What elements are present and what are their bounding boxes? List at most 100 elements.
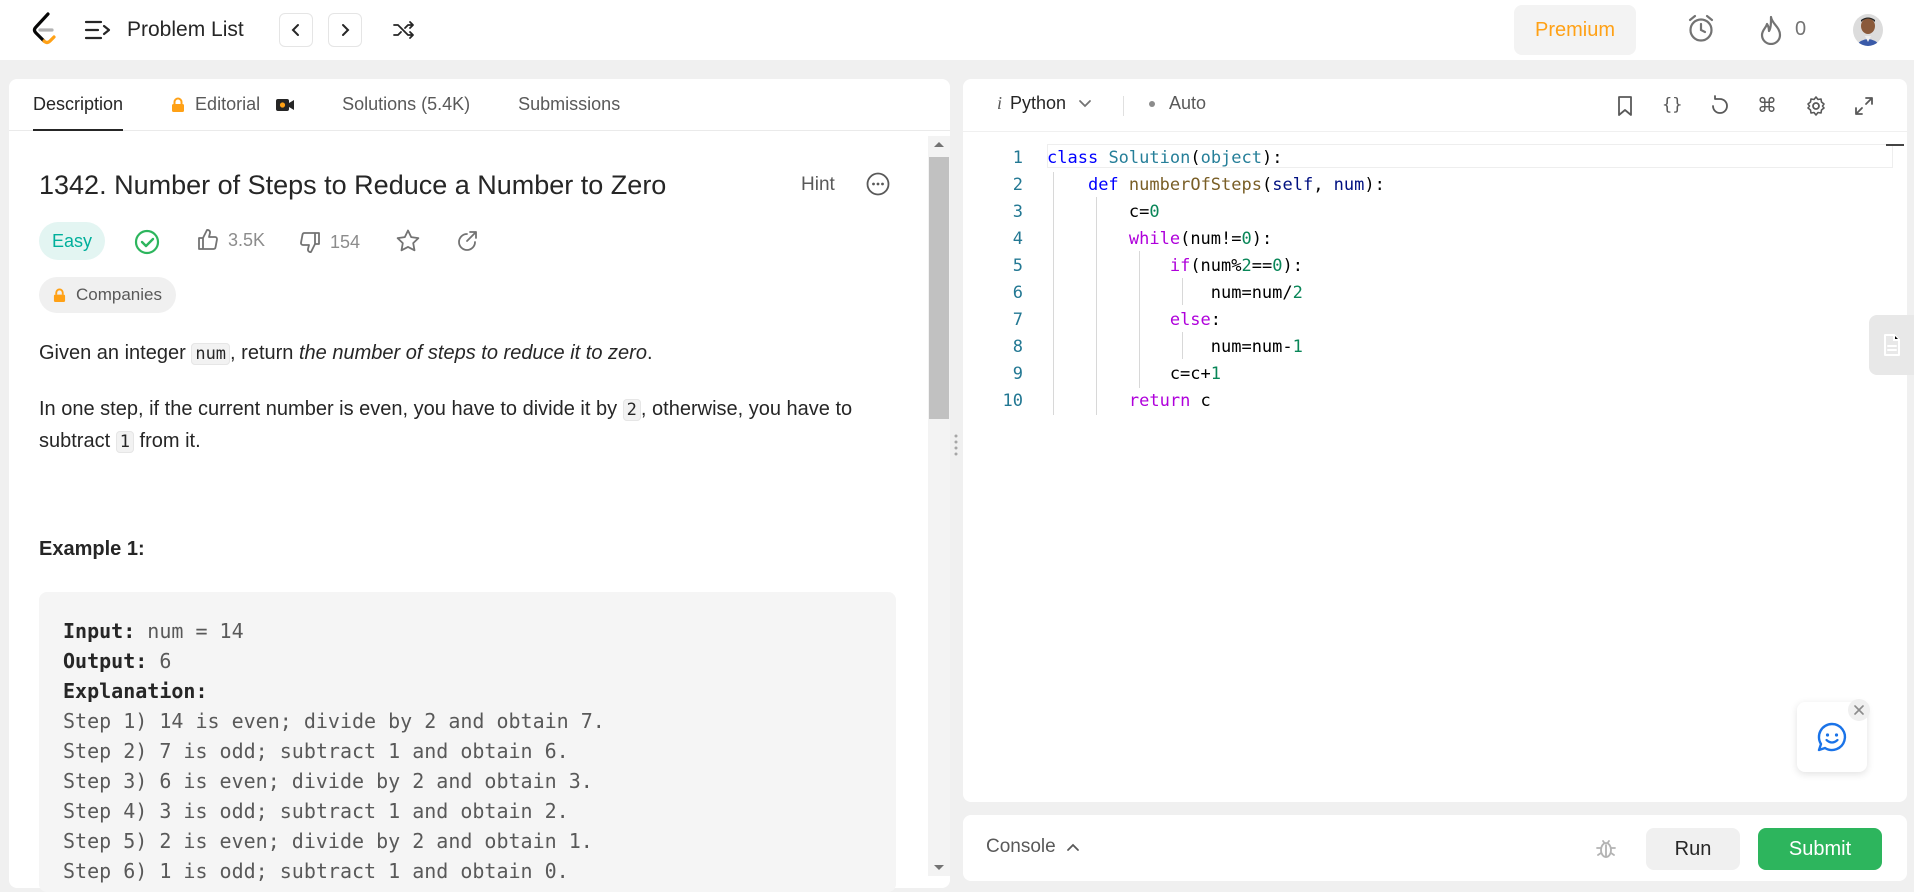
bug-icon	[1596, 840, 1616, 858]
difficulty-badge: Easy	[39, 222, 105, 260]
timer-button[interactable]	[1685, 12, 1717, 46]
tab-description[interactable]: Description	[33, 79, 124, 131]
code-editor-panel: i Python Auto {} ⌘ 1 2 3 4 5 6 7 8 9 10	[963, 79, 1907, 802]
streak-icon[interactable]	[1756, 12, 1786, 48]
example-step: Step 3) 6 is even; divide by 2 and obtai…	[63, 769, 593, 793]
previous-problem-button[interactable]	[279, 13, 313, 47]
submit-button[interactable]: Submit	[1758, 828, 1882, 870]
streak-count: 0	[1795, 18, 1807, 40]
more-options-button[interactable]	[866, 172, 890, 196]
code-line: num=num-1	[1047, 337, 1303, 357]
code-line: else:	[1169, 310, 1222, 330]
dislike-count: 154	[330, 231, 361, 252]
problem-list-link[interactable]: Problem List	[127, 14, 244, 46]
companies-label: Companies	[76, 285, 162, 304]
status-dot-icon	[1149, 100, 1155, 107]
language-label: Python	[1010, 93, 1067, 113]
line-number: 6	[1012, 283, 1023, 303]
panel-resize-handle[interactable]	[952, 432, 960, 458]
thumbs-up-icon	[198, 229, 218, 250]
top-bar: Problem List Premium 0	[0, 0, 1914, 60]
desc-text: , return	[230, 342, 299, 364]
minimap-marker	[1886, 144, 1904, 146]
like-count: 3.5K	[228, 229, 266, 250]
fullscreen-button[interactable]	[1853, 95, 1875, 117]
share-button[interactable]	[454, 229, 480, 255]
input-value: num = 14	[135, 619, 244, 643]
inline-code: num	[191, 343, 231, 365]
scroll-up-arrow-icon[interactable]	[933, 140, 945, 148]
gear-icon	[1807, 96, 1825, 116]
thumbs-down-icon	[300, 232, 320, 253]
code-line: return c	[1128, 391, 1211, 411]
like-button[interactable]: 3.5K	[196, 228, 265, 252]
format-code-icon[interactable]: {}	[1662, 95, 1682, 115]
dislike-button[interactable]: 154	[298, 230, 360, 254]
tab-description-label: Description	[33, 94, 124, 114]
line-number: 2	[1012, 175, 1023, 195]
code-line: num=num/2	[1047, 283, 1303, 303]
explanation-label: Explanation:	[63, 679, 208, 703]
next-problem-button[interactable]	[328, 13, 362, 47]
hint-button[interactable]: Hint	[801, 174, 835, 196]
desc-text: from it.	[133, 430, 201, 452]
example-heading: Example 1:	[39, 538, 145, 560]
output-value: 6	[147, 649, 172, 673]
tab-editorial[interactable]: Editorial	[171, 79, 295, 131]
command-key-icon[interactable]: ⌘	[1757, 95, 1777, 117]
input-label: Input:	[63, 619, 136, 643]
bookmark-button[interactable]	[1614, 95, 1636, 117]
bookmark-icon	[1618, 96, 1632, 116]
avatar[interactable]	[1853, 14, 1883, 46]
expand-icon	[1855, 97, 1873, 115]
tab-solutions[interactable]: Solutions (5.4K)	[342, 79, 470, 131]
reset-icon	[1712, 95, 1728, 114]
code-line: def numberOfSteps(self, num):	[1087, 175, 1385, 195]
line-number: 5	[1012, 256, 1023, 276]
chevron-down-icon	[1079, 99, 1091, 107]
random-problem-button[interactable]	[390, 16, 418, 44]
console-toggle[interactable]: Console	[986, 836, 1080, 858]
close-icon	[1854, 705, 1864, 715]
share-icon	[458, 231, 477, 251]
scrollbar-thumb[interactable]	[929, 157, 949, 419]
chevron-left-icon	[291, 24, 299, 36]
line-number: 9	[1012, 364, 1023, 384]
lock-icon	[53, 288, 66, 302]
autocomplete-label: Auto	[1169, 93, 1207, 113]
premium-button[interactable]: Premium	[1514, 5, 1636, 55]
example-block: Input: num = 14 Output: 6 Explanation: S…	[39, 592, 896, 892]
example-step: Step 5) 2 is even; divide by 2 and obtai…	[63, 829, 593, 853]
tab-submissions[interactable]: Submissions	[518, 79, 620, 131]
example-step: Step 2) 7 is odd; subtract 1 and obtain …	[63, 739, 569, 763]
favorite-button[interactable]	[395, 228, 421, 254]
output-label: Output:	[63, 649, 148, 673]
code-line: c=c+1	[1047, 364, 1222, 384]
run-button[interactable]: Run	[1646, 828, 1740, 870]
autocomplete-toggle[interactable]: Auto	[1149, 93, 1206, 114]
problem-list-icon[interactable]	[84, 17, 112, 43]
line-number: 10	[1002, 391, 1023, 411]
notes-side-tab[interactable]	[1869, 315, 1914, 375]
desc-text: In one step, if the current number is ev…	[39, 398, 623, 420]
alarm-clock-icon	[1688, 14, 1714, 42]
scroll-down-arrow-icon[interactable]	[933, 864, 945, 872]
ellipsis-circle-icon	[866, 172, 890, 196]
code-line: while(num!=0):	[1128, 229, 1273, 249]
settings-button[interactable]	[1805, 95, 1827, 117]
example-explanation-label: Explanation:	[63, 676, 872, 706]
reset-code-button[interactable]	[1709, 95, 1731, 117]
debug-button[interactable]	[1594, 836, 1618, 860]
code-line: class Solution(object):	[1047, 148, 1283, 168]
example-step: Step 6) 1 is odd; subtract 1 and obtain …	[63, 859, 569, 883]
desc-text: .	[646, 342, 653, 364]
companies-tag[interactable]: Companies	[39, 277, 176, 313]
line-number: 4	[1012, 229, 1023, 249]
video-icon	[276, 98, 295, 111]
leetcode-logo-icon[interactable]	[30, 12, 60, 46]
close-feedback-button[interactable]	[1848, 699, 1870, 721]
language-select[interactable]: i Python	[997, 93, 1092, 114]
console-label: Console	[986, 836, 1056, 857]
document-icon	[1883, 334, 1900, 356]
line-number: 8	[1012, 337, 1023, 357]
